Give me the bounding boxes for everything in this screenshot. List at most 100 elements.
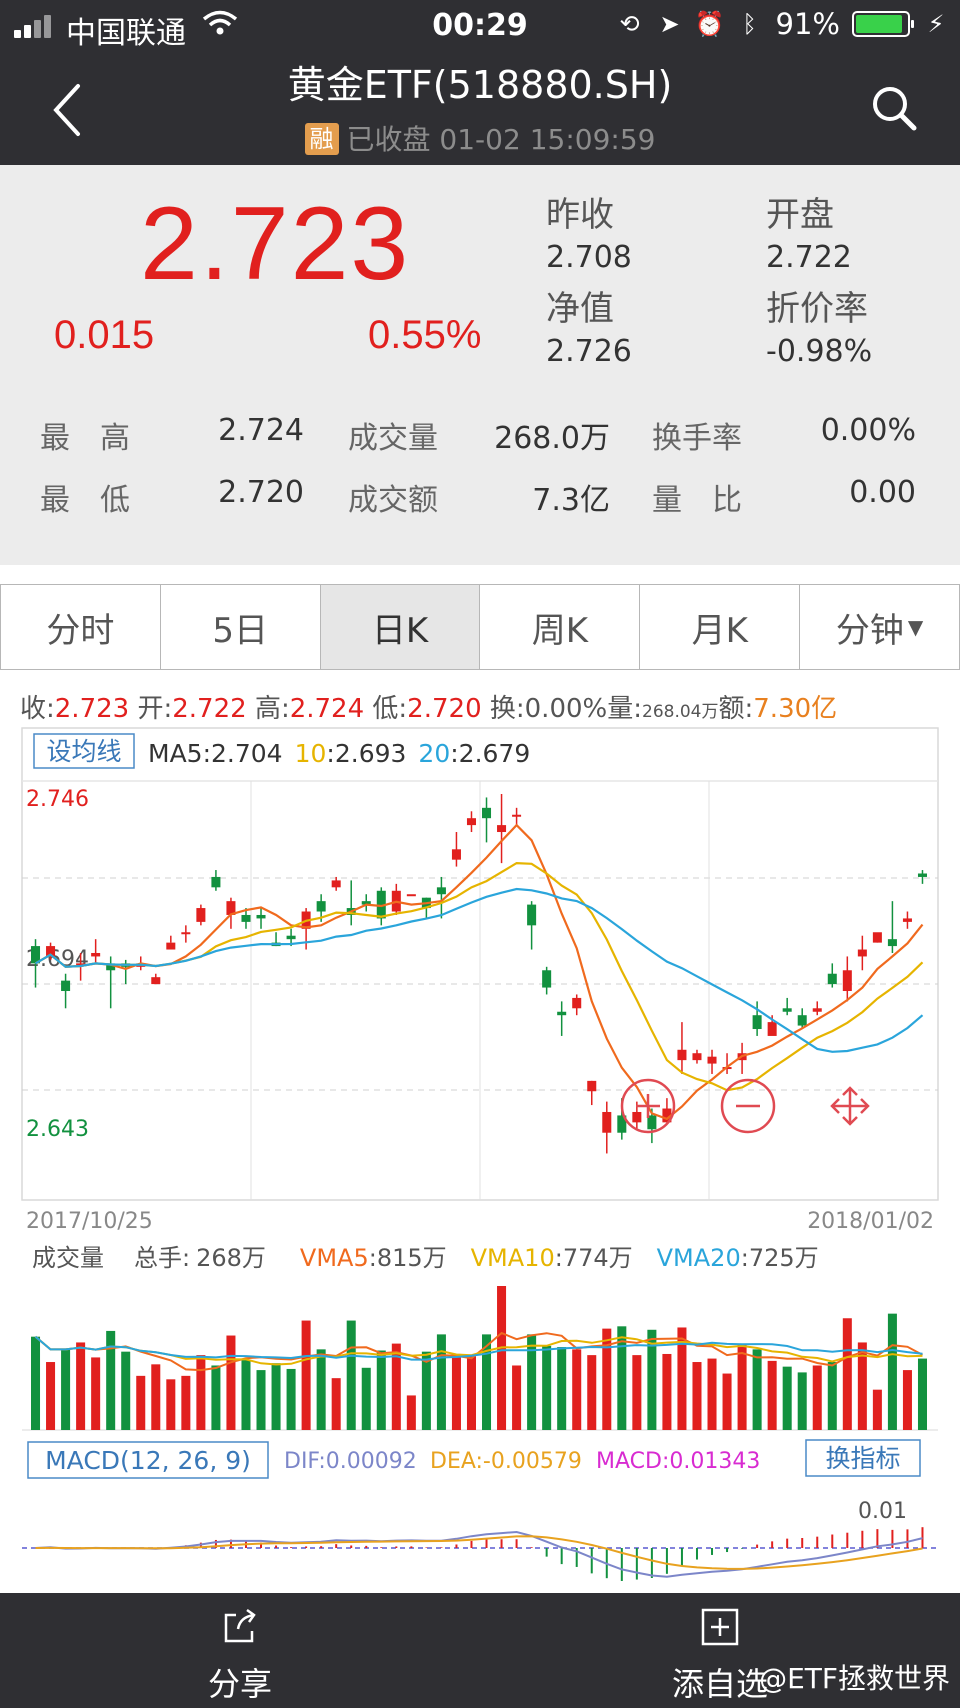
candle-body xyxy=(406,894,416,897)
tab-weekly-k[interactable]: 周K xyxy=(480,585,641,669)
turnover-label: 换: xyxy=(489,694,525,724)
bottom-toolbar: 分享 添自选 @ETF拯救世界 xyxy=(0,1593,960,1708)
volume-bar xyxy=(136,1375,146,1430)
candle-body xyxy=(542,970,552,988)
low-label: 最 低 xyxy=(40,483,130,518)
volume-bar xyxy=(31,1336,41,1430)
discount-rate: 折价率 -0.98% xyxy=(766,281,872,369)
ma20-value: 2.679 xyxy=(459,739,531,768)
candle-body xyxy=(166,942,176,950)
search-button[interactable] xyxy=(868,82,920,134)
stats-row: 最 高 2.724 成交量 268.0万 换手率 0.00% xyxy=(0,413,960,475)
close-value: 2.723 xyxy=(54,694,130,724)
discount-label: 折价率 xyxy=(766,289,868,329)
volume-bar xyxy=(271,1363,281,1430)
share-button[interactable]: 分享 xyxy=(140,1593,340,1708)
volume-bar xyxy=(151,1364,161,1430)
candle-body xyxy=(767,1022,777,1036)
volume-bar xyxy=(376,1350,386,1430)
candle-body xyxy=(827,973,837,985)
candle-body xyxy=(752,1015,762,1030)
header: 中国联通 00:29 ⟲ ➤ ⏰ ᛒ 91% ⚡ 黄金ETF(518880.SH… xyxy=(0,0,960,165)
tab-intraday[interactable]: 分时 xyxy=(1,585,161,669)
ma10-value: 2.693 xyxy=(335,739,407,768)
volume-bar xyxy=(902,1370,912,1430)
volume-label: 成交量 xyxy=(348,421,438,456)
candle-body xyxy=(857,949,867,957)
macd-dea: DEA:-0.00579 xyxy=(430,1449,582,1474)
tab-minute[interactable]: 分钟 ▼ xyxy=(800,585,959,669)
candle-body xyxy=(812,1008,822,1012)
high-label: 高: xyxy=(254,694,290,724)
volume-bar xyxy=(872,1389,882,1430)
volume-ratio-value: 0.00 xyxy=(849,475,916,510)
ma-legend: MA5:2.704 10:2.693 20:2.679 xyxy=(148,739,530,768)
candle-body xyxy=(572,997,582,1009)
margin-badge: 融 xyxy=(304,123,339,155)
switch-indicator-label: 换指标 xyxy=(825,1444,900,1473)
candle-body xyxy=(557,1011,567,1016)
tab-monthly-k[interactable]: 月K xyxy=(640,585,801,669)
volume-bar xyxy=(436,1334,446,1430)
candle-body xyxy=(196,908,206,922)
prev-close: 昨收 2.708 xyxy=(546,187,632,275)
tab-daily-k[interactable]: 日K xyxy=(320,585,481,669)
rotation-lock-icon: ⟲ xyxy=(619,10,640,38)
volume-bar xyxy=(557,1347,567,1430)
volume-bar xyxy=(406,1395,416,1430)
volume-title: 成交量 xyxy=(32,1244,104,1272)
volume-bar xyxy=(782,1366,792,1430)
volume-bar xyxy=(692,1362,702,1430)
page-title: 黄金ETF(518880.SH) xyxy=(287,63,673,107)
open-label: 开盘 xyxy=(766,195,834,235)
volume-bar xyxy=(91,1357,101,1430)
low-value: 2.720 xyxy=(218,475,304,510)
volume-bar xyxy=(361,1367,371,1430)
volume-value: 268.04万 xyxy=(642,702,719,722)
battery-percent: 91% xyxy=(775,7,840,41)
alarm-icon: ⏰ xyxy=(694,10,725,38)
amount-label: 成交额 xyxy=(348,483,438,518)
open-price: 开盘 2.722 xyxy=(766,187,852,275)
volume-ma-lines xyxy=(34,1331,923,1372)
volume-bar xyxy=(256,1370,266,1430)
quote-panel: 2.723 0.015 0.55% 昨收 2.708 开盘 2.722 净值 2… xyxy=(0,165,960,565)
close-label: 收: xyxy=(20,694,55,724)
volume-bar xyxy=(572,1349,582,1430)
candle-body xyxy=(482,807,492,819)
high-label: 最 高 xyxy=(40,421,130,456)
volume-bar xyxy=(662,1353,672,1430)
vma20-value: 725万 xyxy=(749,1244,819,1272)
candle-body xyxy=(797,1015,807,1026)
tab-5day[interactable]: 5日 xyxy=(161,585,321,669)
location-icon: ➤ xyxy=(659,10,680,38)
prev-close-label: 昨收 xyxy=(546,195,614,235)
volume-bar xyxy=(752,1349,762,1430)
volume-bar xyxy=(76,1342,86,1430)
vma10-value: 774万 xyxy=(563,1244,633,1272)
candle-body xyxy=(436,887,446,895)
candle-body xyxy=(91,952,101,957)
volume-bar xyxy=(166,1379,176,1430)
candle-body xyxy=(782,1008,792,1012)
vma5-value: 815万 xyxy=(377,1244,447,1272)
volume-legend: 成交量 总手: 268万 VMA5:815万 VMA10:774万 VMA20:725万 xyxy=(32,1244,819,1272)
volume-bar xyxy=(722,1373,732,1430)
period-tabs: 分时 5日 日K 周K 月K 分钟 ▼ xyxy=(0,584,960,670)
open-value: 2.722 xyxy=(172,694,247,724)
prev-close-value: 2.708 xyxy=(546,240,632,275)
turnover-value: 0.00% xyxy=(524,694,608,724)
price-axis-max: 2.746 xyxy=(26,787,89,812)
candle-body xyxy=(451,849,461,860)
volume-bar xyxy=(797,1372,807,1430)
candle-body xyxy=(902,918,912,922)
share-label: 分享 xyxy=(207,1665,272,1703)
macd-value: MACD:0.01343 xyxy=(596,1449,760,1474)
amount-value: 7.30亿 xyxy=(753,694,838,724)
amount-value: 7.3亿 xyxy=(532,483,610,518)
open-value: 2.722 xyxy=(766,240,852,275)
kline-chart[interactable]: 设均线 MA5:2.704 10:2.693 20:2.679 2.746 2.69… xyxy=(0,726,960,1593)
candle-body xyxy=(286,935,296,940)
volume-bar xyxy=(316,1349,326,1430)
volume-bar xyxy=(181,1375,191,1430)
